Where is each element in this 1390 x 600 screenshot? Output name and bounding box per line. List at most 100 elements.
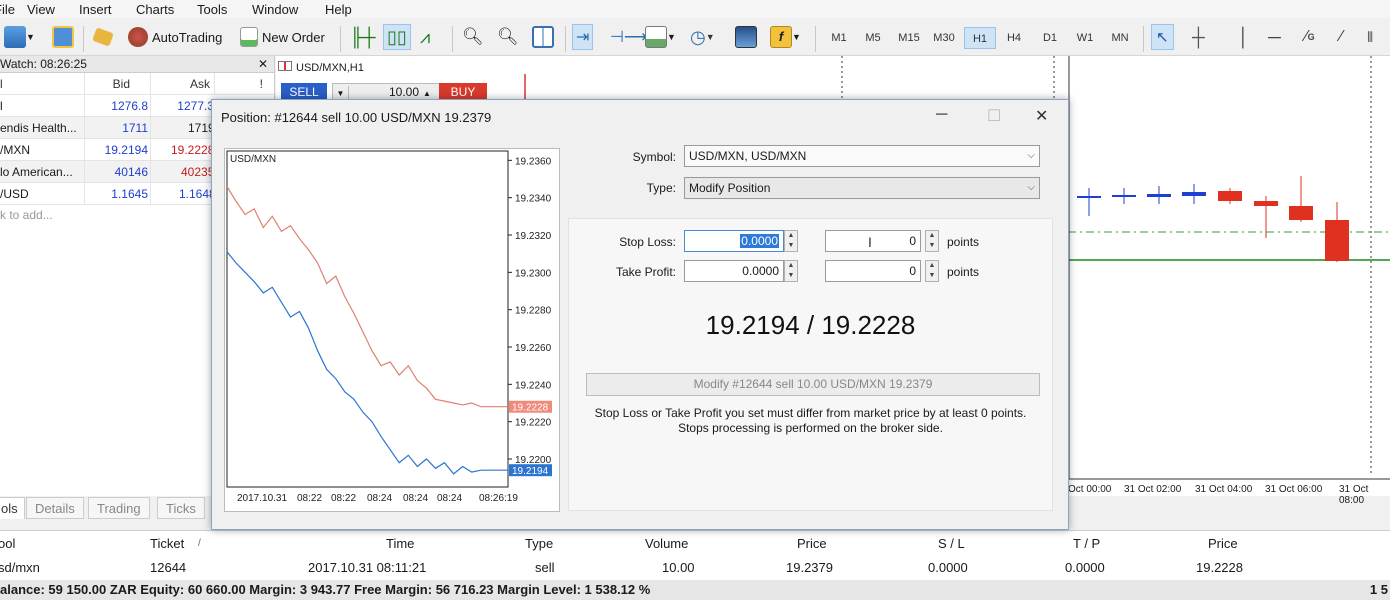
timeframe-m15[interactable]: M15 (893, 27, 925, 49)
menu-charts[interactable]: Charts (136, 2, 174, 17)
order-sl: 0.0000 (928, 560, 968, 575)
timeframe-w1[interactable]: W1 (1069, 27, 1101, 49)
tab-details[interactable]: Details (26, 497, 84, 519)
minimize-icon[interactable]: ─ (936, 106, 947, 124)
timeframe-h1[interactable]: H1 (964, 27, 996, 49)
bid-price: 1711 (84, 117, 150, 139)
order-ticket: 12644 (150, 560, 187, 575)
autotrading-button[interactable]: AutoTrading (128, 24, 222, 50)
expert-icon[interactable]: f ▼ (770, 24, 801, 50)
column-tp[interactable]: T / P (1073, 533, 1100, 555)
y-tick-label: 19.2300 (515, 268, 552, 279)
chart-shift-icon[interactable]: ⊣⟶ (610, 24, 647, 50)
sort-indicator: / (198, 538, 201, 549)
order-symbol: sd/mxn (0, 560, 40, 575)
x-tick-label: 08:22 (331, 493, 356, 504)
zoom-out-icon[interactable]: 🔍︎ (497, 24, 519, 50)
market-watch-title-text: Watch: 08:26:25 (0, 57, 87, 71)
terminal-panel: ool Ticket / Time Type Volume Price S / … (0, 530, 1390, 580)
tab-symbols[interactable]: ols (0, 497, 25, 519)
bid-price: 40146 (84, 161, 150, 183)
timeframe-d1[interactable]: D1 (1034, 27, 1066, 49)
stop-loss-stepper[interactable]: ▲ ▼ (784, 230, 798, 252)
stop-loss-points-stepper[interactable]: ▲ ▼ (925, 230, 939, 252)
zoom-in-icon[interactable]: 🔍︎ (462, 24, 484, 50)
timeframe-m30[interactable]: M30 (928, 27, 960, 49)
column-symbol[interactable]: ool (0, 533, 15, 555)
order-tp: 0.0000 (1065, 560, 1105, 575)
column-price[interactable]: Price (797, 533, 827, 555)
timeframe-m5[interactable]: M5 (857, 27, 889, 49)
column-price-current[interactable]: Price (1208, 533, 1238, 555)
menu-insert[interactable]: Insert (79, 2, 112, 17)
timeframe-h4[interactable]: H4 (998, 27, 1030, 49)
column-bid[interactable]: Bid (84, 73, 150, 95)
tab-ticks[interactable]: Ticks (157, 497, 205, 519)
stop-loss-points-value: 0 (909, 234, 916, 248)
horizontal-line-icon[interactable]: ─ (1268, 24, 1281, 50)
timeframe-m1[interactable]: M1 (823, 27, 855, 49)
stops-note: Stop Loss or Take Profit you set must di… (594, 406, 1027, 420)
new-order-button[interactable]: New Order (240, 24, 325, 50)
bid-ask-quote: 19.2194 / 19.2228 (705, 310, 916, 340)
templates-icon[interactable] (735, 24, 757, 50)
new-chart-icon[interactable]: ▼ (4, 24, 35, 50)
table-row[interactable]: sd/mxn 12644 2017.10.31 08:11:21 sell 10… (0, 556, 1390, 580)
profiles-icon[interactable] (52, 24, 74, 50)
vertical-line-icon[interactable]: │ (1238, 24, 1249, 50)
tile-windows-icon[interactable] (532, 24, 554, 50)
menu-view[interactable]: View (27, 2, 55, 17)
take-profit-input[interactable]: 0.0000 (684, 260, 784, 282)
candlestick-chart-icon[interactable]: ▯▯ (383, 24, 411, 50)
tab-trading[interactable]: Trading (88, 497, 150, 519)
line-chart-icon[interactable]: ⩘ (420, 24, 430, 50)
column-time[interactable]: Time (386, 533, 414, 555)
symbol-select[interactable]: USD/MXN, USD/MXN ⌵ (684, 145, 1040, 167)
column-ask[interactable]: Ask (150, 73, 214, 95)
close-icon[interactable]: ✕ (258, 56, 268, 73)
periods-icon[interactable]: ◷ ▼ (690, 24, 715, 50)
menu-file[interactable]: File (0, 2, 15, 17)
modify-button[interactable]: Modify #12644 sell 10.00 USD/MXN 19.2379 (586, 373, 1040, 396)
column-extra[interactable]: ! (214, 73, 275, 95)
points-label: points (947, 265, 980, 279)
timeframe-mn[interactable]: MN (1104, 27, 1136, 49)
order-volume: 10.00 (662, 560, 695, 575)
column-volume[interactable]: Volume (645, 533, 688, 555)
new-order-label: New Order (262, 29, 325, 45)
stop-loss-value: 0.0000 (740, 234, 779, 248)
crosshair-icon[interactable]: ┼ (1192, 24, 1205, 50)
bar-chart-icon[interactable]: ╟┼ (350, 24, 376, 50)
close-icon[interactable]: ✕ (1035, 106, 1048, 126)
volume-up-icon[interactable]: ▲ (423, 89, 431, 98)
price-label: 19.2194 (512, 466, 549, 477)
take-profit-stepper[interactable]: ▲ ▼ (784, 260, 798, 282)
stop-loss-input[interactable]: 0.0000 (684, 230, 784, 252)
take-profit-points-stepper[interactable]: ▲ ▼ (925, 260, 939, 282)
take-profit-points-input[interactable]: 0 (825, 260, 921, 282)
fibonacci-icon[interactable]: ⦀ (1367, 24, 1373, 50)
candle (1182, 192, 1206, 196)
account-summary: alance: 59 150.00 ZAR Equity: 60 660.00 … (0, 582, 651, 597)
bid-price: 19.2194 (84, 139, 150, 161)
y-tick-label: 19.2240 (515, 380, 552, 391)
column-symbol[interactable]: l (0, 73, 84, 95)
indicators-icon[interactable]: ▼ (645, 24, 676, 50)
column-type[interactable]: Type (525, 533, 553, 555)
stop-loss-points-input[interactable]: 0 (825, 230, 921, 252)
menu-tools[interactable]: Tools (197, 2, 227, 17)
menu-window[interactable]: Window (252, 2, 298, 17)
symbol-name: /USD (0, 187, 29, 201)
tick-chart: USD/MXN 19.2360 19.2340 19.2320 19.2300 19.22… (224, 148, 560, 512)
type-select[interactable]: Modify Position ⌵ (684, 177, 1040, 199)
time-label: 31 Oct 06:00 (1265, 484, 1323, 495)
autoscroll-icon[interactable]: ⇥ (572, 24, 594, 50)
y-tick-label: 19.2260 (515, 343, 552, 354)
cursor-icon[interactable]: ↖ (1151, 24, 1174, 50)
column-ticket[interactable]: Ticket (150, 533, 184, 555)
navigator-icon[interactable] (92, 24, 114, 50)
column-sl[interactable]: S / L (938, 533, 965, 555)
menu-help[interactable]: Help (325, 2, 352, 17)
channel-icon[interactable]: ⁄ (1340, 24, 1343, 50)
trendline-icon[interactable]: ⁄ G (1305, 24, 1315, 50)
